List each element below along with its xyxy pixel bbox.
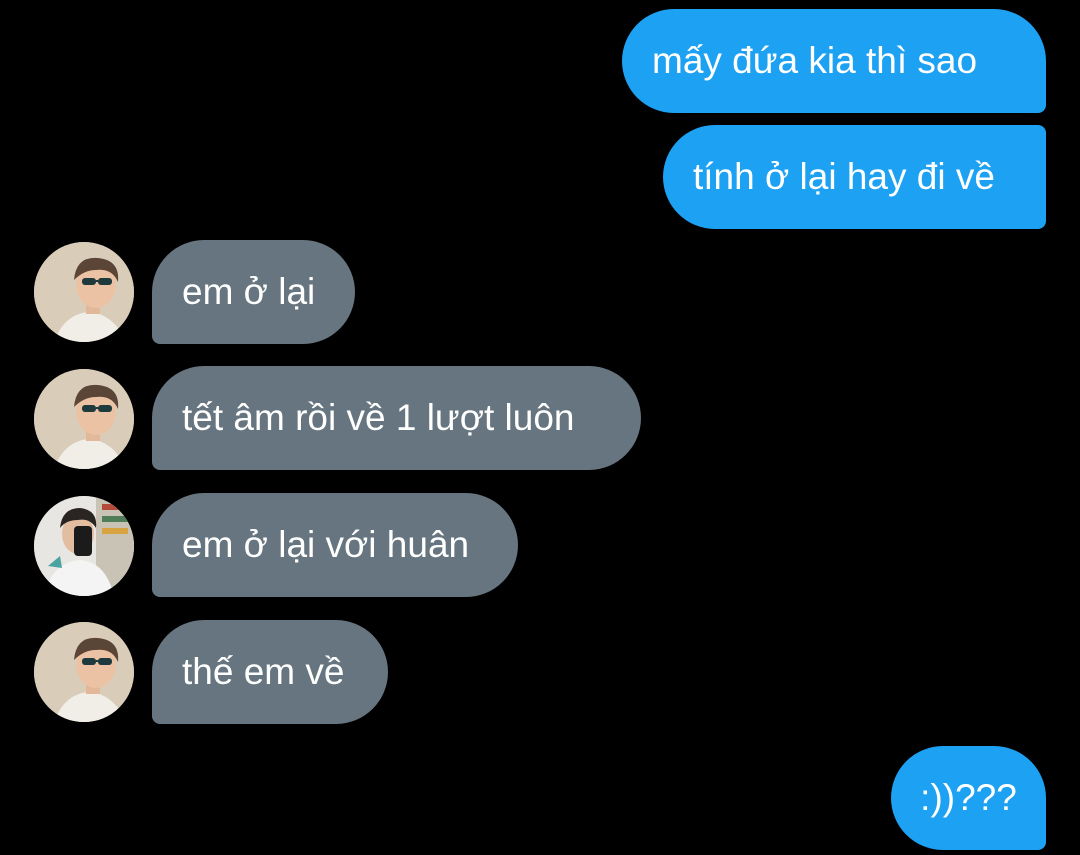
sunglasses-boy-avatar[interactable] [34,242,134,342]
message-text: em ở lại [182,271,316,312]
message-text: mấy đứa kia thì sao [652,40,978,81]
message-text: :))??? [920,777,1017,818]
sunglasses-boy-avatar[interactable] [34,369,134,469]
message-bubble-outgoing[interactable]: :))??? [891,746,1046,850]
message-bubble-incoming[interactable]: tết âm rồi về 1 lượt luôn [152,366,641,470]
mirror-selfie-avatar[interactable] [34,496,134,596]
message-text: tết âm rồi về 1 lượt luôn [182,397,575,438]
sunglasses-boy-avatar[interactable] [34,622,134,722]
message-bubble-outgoing[interactable]: tính ở lại hay đi về [663,125,1046,229]
message-bubble-incoming[interactable]: thế em về [152,620,388,724]
message-bubble-incoming[interactable]: em ở lại [152,240,355,344]
message-text: tính ở lại hay đi về [693,156,995,197]
message-bubble-incoming[interactable]: em ở lại với huân [152,493,518,597]
message-text: thế em về [182,651,345,692]
message-bubble-outgoing[interactable]: mấy đứa kia thì sao [622,9,1046,113]
message-text: em ở lại với huân [182,524,470,565]
